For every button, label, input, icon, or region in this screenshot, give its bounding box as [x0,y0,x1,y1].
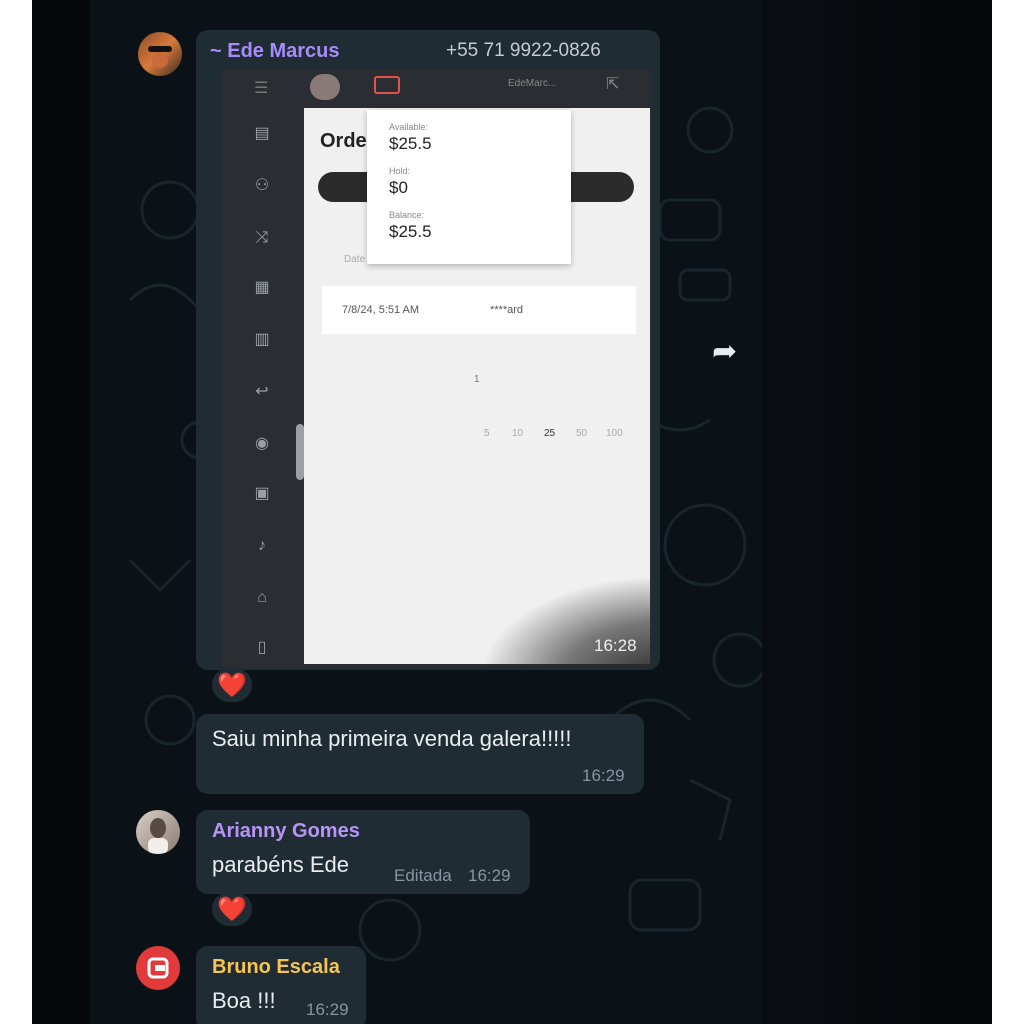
avatar-face-icon [148,46,172,68]
sidebar-collapse-handle [296,424,304,480]
undo-icon: ↩ [255,383,269,400]
balance-label: Balance: [389,210,425,220]
sender-phone: +55 71 9922-0826 [446,40,601,61]
settings-icon: ◉ [255,435,269,452]
column-header-date: Date [344,254,366,265]
chat-area: ~ Ede Marcus +55 71 9922-0826 ☰ EdeMarc.… [90,0,762,1024]
order-card: ****ard [490,304,524,316]
document-icon: ▦ [254,279,270,296]
logout-icon: ⇱ [606,76,620,93]
edited-label: Editada [394,866,452,885]
page-size-5: 5 [484,428,490,439]
screenshot-sidebar: ▤ ⚇ ⤨ ▦ ▥ ↩ ◉ ▣ ♪ ⌂ ▯ [222,106,302,668]
arianny-message-time: 16:29 [468,866,511,885]
balance-value: $25.5 [389,222,432,241]
bruno-message-text: Boa !!! [212,988,276,1013]
chat-frame: ~ Ede Marcus +55 71 9922-0826 ☰ EdeMarc.… [32,0,992,1024]
shuffle-icon: ⤨ [255,229,269,246]
order-date: 7/8/24, 5:51 AM [342,304,420,316]
arianny-message-text: parabéns Ede [212,852,349,877]
menu-icon: ☰ [254,80,269,97]
bruno-message-time: 16:29 [306,1000,349,1019]
chart-icon: ▥ [254,331,270,348]
hold-value: $0 [389,178,408,197]
sender-name-arianny[interactable]: Arianny Gomes [212,820,360,843]
screenshot-header: ☰ EdeMarc... ⇱ [222,70,652,106]
store-icon: ⌂ [257,589,267,606]
message-time: 16:29 [582,766,625,785]
dashboard-icon: ▤ [254,125,270,142]
heart-reaction-2[interactable]: ❤️ [212,892,252,926]
embedded-screenshot[interactable]: ☰ EdeMarc... ⇱ ▤ ⚇ ⤨ ▦ ▥ ↩ ◉ ▣ ♪ ⌂ ▯ Ord… [222,70,652,668]
page-size-25: 25 [544,428,556,439]
avatar-arianny-gomes[interactable] [136,810,180,854]
right-panel-shade [762,0,992,1024]
order-row: 7/8/24, 5:51 AM ****ard [322,286,636,334]
calendar-icon: ▯ [257,639,267,656]
page-size-50: 50 [576,428,588,439]
bell-icon: ♪ [258,537,266,554]
cart-icon: ▣ [254,485,270,502]
orders-title: Orde [320,130,367,152]
header-username: EdeMarc... [508,78,557,89]
logo-icon [147,957,169,979]
wallet-icon [374,76,400,94]
balance-popup: Available: $25.5 Hold: $0 Balance: $25.5 [367,110,571,264]
available-label: Available: [389,122,428,132]
sender-name-bruno[interactable]: Bruno Escala [212,956,340,979]
page-size-100: 100 [606,428,623,439]
page-number: 1 [474,374,480,385]
heart-reaction-1[interactable]: ❤️ [212,668,252,702]
available-value: $25.5 [389,134,432,153]
sender-name[interactable]: ~ Ede Marcus [210,40,340,63]
page-size-10: 10 [512,428,524,439]
avatar-ede-marcus[interactable] [138,32,182,76]
message-text: Saiu minha primeira venda galera!!!!! [212,726,572,751]
forward-icon[interactable]: ➦ [712,334,737,369]
user-avatar-icon [310,74,340,100]
image-timestamp: 16:28 [594,636,637,655]
user-icon: ⚇ [254,177,270,194]
hold-label: Hold: [389,166,411,176]
avatar-person-icon [148,818,168,854]
avatar-bruno-escala[interactable] [136,946,180,990]
